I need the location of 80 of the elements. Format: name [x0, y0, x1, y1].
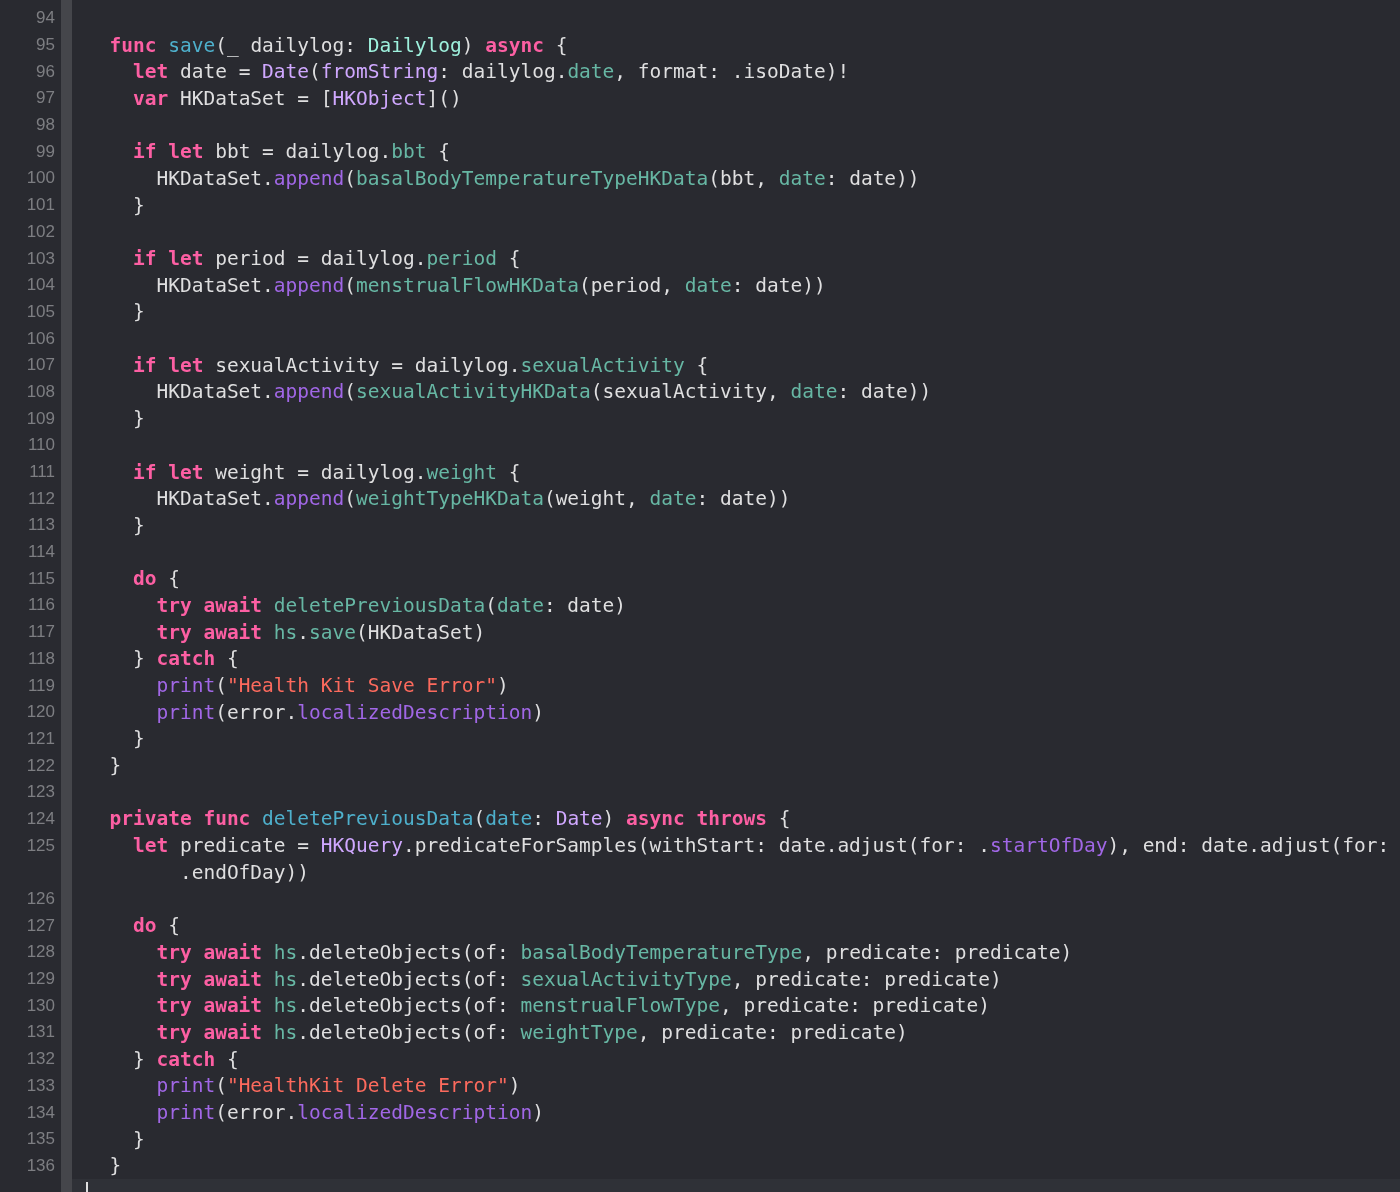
code-line: if let period = dailylog.period {: [131, 247, 521, 271]
code-line: } catch {: [131, 1047, 239, 1071]
code-line: if let weight = dailylog.weight {: [131, 460, 521, 484]
line-number: 123: [26, 782, 55, 803]
line-number: 110: [27, 435, 55, 456]
line-number: 118: [27, 648, 55, 669]
code-line: HKDataSet.append(weightTypeHKData(weight, date: date)): [155, 487, 791, 511]
code-line: }: [131, 513, 145, 537]
code-line: try await hs.deleteObjects(of: weightType, predicate: predicate): [155, 1020, 908, 1044]
line-number: 134: [26, 1102, 55, 1123]
line-number: 97: [36, 88, 55, 109]
code-line: }: [131, 407, 145, 431]
line-number: 112: [27, 488, 55, 509]
line-number: 107: [26, 355, 55, 376]
code-line: print(error.localizedDescription): [155, 1101, 544, 1125]
line-number: 114: [27, 542, 55, 563]
code-line: } catch {: [131, 647, 239, 671]
line-number: 119: [27, 675, 55, 696]
line-number: 105: [26, 301, 55, 322]
code-line: }: [131, 727, 145, 751]
line-number: 103: [26, 248, 55, 269]
code-line: do {: [131, 914, 180, 938]
code-line: try await hs.save(HKDataSet): [155, 620, 486, 644]
code-line: func save(_ dailylog: Dailylog) async {: [108, 33, 568, 57]
line-number: 113: [27, 515, 55, 536]
code-line: var HKDataSet = [HKObject](): [131, 86, 462, 110]
line-number: 126: [26, 889, 55, 910]
line-number: 133: [26, 1075, 55, 1096]
line-number: 108: [26, 381, 55, 402]
line-number: 120: [26, 702, 55, 723]
code-line: try await deletePreviousData(date: date): [155, 593, 627, 617]
code-line: if let bbt = dailylog.bbt {: [131, 140, 450, 164]
code-line: try await hs.deleteObjects(of: menstrualFlowType, predicate: predicate): [155, 994, 991, 1018]
line-number: 130: [26, 995, 55, 1016]
line-number: 109: [26, 408, 55, 429]
code-line: HKDataSet.append(basalBodyTemperatureTypeHKData(bbt, date: date)): [155, 166, 920, 190]
line-number: 99: [36, 141, 55, 162]
code-line: let date = Date(fromString: dailylog.date, format: .isoDate)!: [131, 60, 850, 84]
line-number: 124: [26, 808, 55, 829]
code-line: }: [131, 193, 145, 217]
line-number: 94: [36, 8, 55, 29]
code-line: private func deletePreviousData(date: Date) async throws {: [108, 807, 791, 831]
code-line: print(error.localizedDescription): [155, 700, 544, 724]
line-number: 95: [36, 35, 55, 56]
line-number: 102: [26, 221, 55, 242]
code-line: do {: [131, 567, 180, 591]
line-number: 128: [26, 942, 55, 963]
line-number: 132: [26, 1049, 55, 1070]
line-number: 127: [26, 915, 55, 936]
code-folding-ribbon[interactable]: [61, 0, 72, 1192]
code-line: }: [131, 1127, 145, 1151]
line-number: 104: [26, 275, 55, 296]
line-number: 100: [26, 168, 55, 189]
line-number: 116: [27, 595, 55, 616]
line-number: 106: [26, 328, 55, 349]
code-line: let predicate = HKQuery.predicateForSamples(withStart: date.adjust(for: .startOfDay), end: date.adjust(for:: [131, 834, 1390, 858]
line-number: 121: [26, 728, 55, 749]
line-number: 98: [36, 115, 55, 136]
code-line: }: [108, 1154, 122, 1178]
code-line: print("Health Kit Save Error"): [155, 674, 509, 698]
line-number: 135: [26, 1129, 55, 1150]
line-number: 111: [29, 462, 55, 483]
code-line: }: [108, 754, 122, 778]
line-number: 115: [27, 568, 55, 589]
line-number: 101: [26, 195, 55, 216]
code-line: if let sexualActivity = dailylog.sexualActivity {: [131, 353, 709, 377]
code-line: HKDataSet.append(sexualActivityHKData(sexualActivity, date: date)): [155, 380, 932, 404]
line-number: 131: [26, 1022, 55, 1043]
code-line: try await hs.deleteObjects(of: basalBodyTemperatureType, predicate: predicate): [155, 940, 1073, 964]
code-line: .endOfDay)): [178, 860, 310, 884]
line-number: 122: [26, 755, 55, 776]
code-line: }: [131, 300, 145, 324]
line-number: 96: [36, 61, 55, 82]
line-number: 125: [26, 835, 55, 856]
code-line: print("HealthKit Delete Error"): [155, 1074, 521, 1098]
line-number: 136: [26, 1155, 55, 1176]
line-number: 129: [26, 969, 55, 990]
line-number: 117: [27, 622, 55, 643]
code-line: try await hs.deleteObjects(of: sexualActivityType, predicate: predicate): [155, 967, 1002, 991]
code-line: HKDataSet.append(menstrualFlowHKData(period, date: date)): [155, 273, 826, 297]
